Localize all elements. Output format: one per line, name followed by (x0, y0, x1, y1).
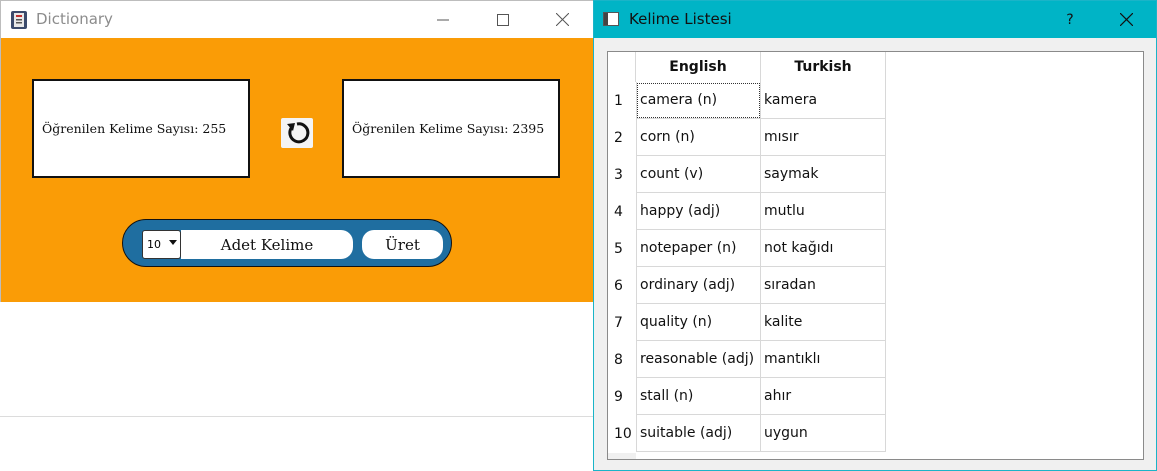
row-header[interactable]: 9 (608, 378, 636, 415)
cell-english[interactable]: ordinary (adj) (636, 267, 761, 304)
cell-english[interactable]: happy (adj) (636, 193, 761, 230)
word-count-label: Adet Kelime (181, 230, 353, 259)
row-header[interactable]: 2 (608, 119, 636, 156)
word-list-window: Kelime Listesi ? English Turkish 1 camera… (593, 0, 1157, 471)
row-header[interactable]: 8 (608, 341, 636, 378)
row-header[interactable]: 5 (608, 230, 636, 267)
cell-turkish[interactable]: ahır (761, 378, 886, 415)
row-header[interactable]: 6 (608, 267, 636, 304)
cell-english[interactable]: corn (n) (636, 119, 761, 156)
word-table[interactable]: English Turkish 1 camera (n) kamera 2 corn (… (607, 51, 1144, 460)
dictionary-window: Dictionary Öğrenilen Kelime Sayısı: 255 … (0, 0, 597, 302)
column-header-turkish[interactable]: Turkish (761, 52, 886, 82)
word-count-value: 10 (147, 238, 161, 251)
cell-turkish[interactable]: kamera (761, 82, 886, 119)
generate-button[interactable]: Üret (362, 230, 443, 259)
learned-count-right-label: Öğrenilen Kelime Sayısı: 2395 (352, 121, 545, 136)
cell-turkish[interactable]: mutlu (761, 193, 886, 230)
close-icon (555, 13, 569, 26)
word-count-label-text: Adet Kelime (220, 235, 314, 254)
row-header-footer (608, 453, 636, 459)
cell-turkish[interactable]: mısır (761, 119, 886, 156)
help-icon: ? (1066, 11, 1074, 28)
row-header[interactable]: 1 (608, 82, 636, 119)
help-button[interactable]: ? (1041, 1, 1099, 38)
learned-count-left: Öğrenilen Kelime Sayısı: 255 (32, 79, 250, 178)
dictionary-content: Öğrenilen Kelime Sayısı: 255 Öğrenilen K… (1, 38, 596, 302)
word-list-titlebar[interactable]: Kelime Listesi ? (594, 1, 1156, 38)
cell-english[interactable]: reasonable (adj) (636, 341, 761, 378)
background-divider (0, 416, 595, 417)
row-header[interactable]: 4 (608, 193, 636, 230)
close-button[interactable] (533, 1, 591, 38)
cell-turkish[interactable]: sıradan (761, 267, 886, 304)
refresh-icon (287, 122, 310, 144)
word-count-select[interactable]: 10 (142, 230, 181, 259)
cell-english[interactable]: stall (n) (636, 378, 761, 415)
learned-count-right: Öğrenilen Kelime Sayısı: 2395 (342, 79, 560, 178)
refresh-button[interactable] (281, 118, 313, 148)
minimize-icon (437, 19, 449, 20)
row-header[interactable]: 10 (608, 415, 636, 452)
cell-english[interactable]: quality (n) (636, 304, 761, 341)
cell-english[interactable]: camera (n) (636, 82, 761, 119)
row-header[interactable]: 7 (608, 304, 636, 341)
app-icon (11, 11, 27, 29)
cell-turkish[interactable]: mantıklı (761, 341, 886, 378)
minimize-button[interactable] (414, 1, 472, 38)
cell-turkish[interactable]: uygun (761, 415, 886, 452)
cell-turkish[interactable]: not kağıdı (761, 230, 886, 267)
generate-button-label: Üret (385, 235, 420, 254)
chevron-down-icon (169, 240, 177, 245)
cell-english[interactable]: suitable (adj) (636, 415, 761, 452)
word-generator-bar: 10 Adet Kelime Üret (122, 219, 452, 267)
row-header[interactable]: 3 (608, 156, 636, 193)
table-corner (608, 52, 636, 82)
cell-english[interactable]: notepaper (n) (636, 230, 761, 267)
close-icon (1119, 13, 1133, 26)
column-header-turkish-label: Turkish (794, 59, 852, 75)
maximize-icon (497, 13, 509, 26)
column-header-english[interactable]: English (636, 52, 761, 82)
window-icon (603, 12, 619, 26)
window-title: Kelime Listesi (629, 10, 732, 28)
learned-count-left-label: Öğrenilen Kelime Sayısı: 255 (42, 121, 227, 136)
cell-turkish[interactable]: saymak (761, 156, 886, 193)
maximize-button[interactable] (474, 1, 532, 38)
close-button[interactable] (1097, 1, 1155, 38)
dictionary-titlebar[interactable]: Dictionary (1, 1, 596, 38)
cell-english[interactable]: count (v) (636, 156, 761, 193)
window-title: Dictionary (36, 10, 113, 28)
cell-turkish[interactable]: kalite (761, 304, 886, 341)
column-header-english-label: English (669, 59, 727, 75)
